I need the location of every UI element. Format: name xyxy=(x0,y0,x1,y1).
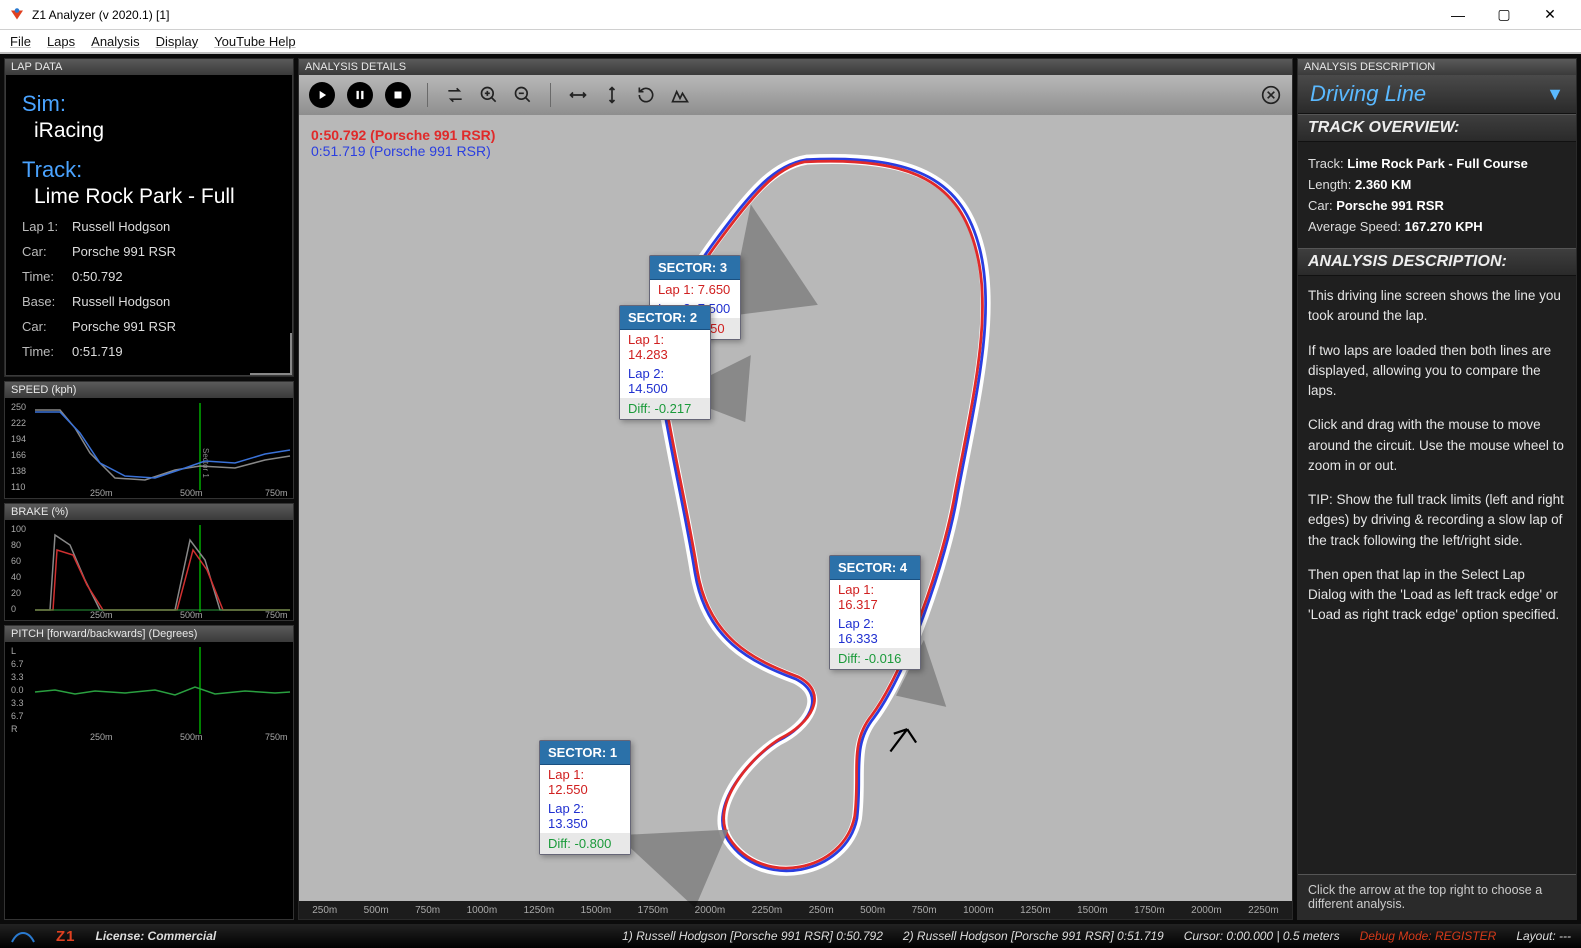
svg-text:750m: 750m xyxy=(265,488,288,498)
zoom-out-icon[interactable] xyxy=(512,84,534,106)
track-canvas[interactable]: 0:50.792 (Porsche 991 RSR) 0:51.719 (Por… xyxy=(299,115,1292,919)
svg-text:R: R xyxy=(11,724,18,734)
fit-vertical-icon[interactable] xyxy=(601,84,623,106)
app-logo-icon xyxy=(8,6,26,24)
stop-button[interactable] xyxy=(385,82,411,108)
status-bar: Z1 License: Commercial 1) Russell Hodgso… xyxy=(0,924,1581,948)
layout-label: Layout: --- xyxy=(1516,929,1571,943)
play-button[interactable] xyxy=(309,82,335,108)
pause-button[interactable] xyxy=(347,82,373,108)
svg-text:250m: 250m xyxy=(90,732,113,742)
debug-mode: Debug Mode: REGISTER xyxy=(1360,929,1497,943)
svg-text:100: 100 xyxy=(11,524,26,534)
menu-youtube-help[interactable]: YouTube Help xyxy=(214,34,295,49)
sector-4-box[interactable]: SECTOR: 4 Lap 1: 16.317 Lap 2: 16.333 Di… xyxy=(829,555,921,670)
dropdown-arrow-icon[interactable]: ▼ xyxy=(1546,84,1564,105)
svg-text:138: 138 xyxy=(11,466,26,476)
swap-icon[interactable] xyxy=(444,84,466,106)
z1-brand: Z1 xyxy=(56,928,76,945)
svg-text:222: 222 xyxy=(11,418,26,428)
maximize-button[interactable]: ▢ xyxy=(1481,6,1527,23)
window-titlebar: Z1 Analyzer (v 2020.1) [1] — ▢ ✕ xyxy=(0,0,1581,30)
svg-text:40: 40 xyxy=(11,572,21,582)
track-label: Track: xyxy=(22,157,276,183)
speed-chart-panel[interactable]: SPEED (kph) 250 222 194 166 138 110 250m… xyxy=(4,381,294,499)
svg-text:166: 166 xyxy=(11,450,26,460)
analysis-details-header: ANALYSIS DETAILS xyxy=(299,59,1292,75)
svg-text:80: 80 xyxy=(11,540,21,550)
svg-text:3.3: 3.3 xyxy=(11,698,24,708)
svg-text:0: 0 xyxy=(11,604,16,614)
svg-text:250: 250 xyxy=(11,402,26,412)
analysis-description-header: ANALYSIS DESCRIPTION xyxy=(1298,59,1576,75)
z1-logo-icon xyxy=(10,928,36,944)
sector-1-box[interactable]: SECTOR: 1 Lap 1: 12.550 Lap 2: 13.350 Di… xyxy=(539,740,631,855)
analysis-description-panel: ANALYSIS DESCRIPTION Driving Line ▼ TRAC… xyxy=(1297,58,1577,920)
analysis-description-text: This driving line screen shows the line … xyxy=(1298,276,1576,874)
close-analysis-icon[interactable] xyxy=(1260,84,1282,106)
pitch-chart-panel[interactable]: PITCH [forward/backwards] (Degrees) L 6.… xyxy=(4,625,294,920)
speed-chart-title: SPEED (kph) xyxy=(5,382,293,398)
svg-text:Sector 1: Sector 1 xyxy=(201,448,210,478)
track-overview-heading: TRACK OVERVIEW: xyxy=(1298,114,1576,142)
brake-chart-panel[interactable]: BRAKE (%) 100 80 60 40 20 0 250m 500m 75… xyxy=(4,503,294,621)
peaks-icon[interactable] xyxy=(669,84,691,106)
svg-text:750m: 750m xyxy=(265,732,288,742)
status-lap1: 1) Russell Hodgson [Porsche 991 RSR] 0:5… xyxy=(622,929,883,943)
svg-text:6.7: 6.7 xyxy=(11,659,24,669)
svg-text:0.0: 0.0 xyxy=(11,685,24,695)
fit-horizontal-icon[interactable] xyxy=(567,84,589,106)
track-value: Lime Rock Park - Full xyxy=(34,185,276,209)
license-label: License: Commercial xyxy=(96,929,217,943)
svg-text:750m: 750m xyxy=(265,610,288,620)
svg-text:250m: 250m xyxy=(90,610,113,620)
svg-text:3.3: 3.3 xyxy=(11,672,24,682)
svg-text:500m: 500m xyxy=(180,488,203,498)
menu-bar: File Laps Analysis Display YouTube Help xyxy=(0,30,1581,54)
sim-value: iRacing xyxy=(34,119,276,143)
sector-2-box[interactable]: SECTOR: 2 Lap 1: 14.283 Lap 2: 14.500 Di… xyxy=(619,305,711,420)
svg-text:250m: 250m xyxy=(90,488,113,498)
svg-text:60: 60 xyxy=(11,556,21,566)
zoom-in-icon[interactable] xyxy=(478,84,500,106)
sim-label: Sim: xyxy=(22,91,276,117)
analysis-toolbar xyxy=(299,75,1292,115)
distance-axis: 250m500m750m1000m1250m1500m1750m2000m225… xyxy=(299,901,1292,919)
close-button[interactable]: ✕ xyxy=(1527,6,1573,23)
brake-chart-title: BRAKE (%) xyxy=(5,504,293,520)
svg-text:6.7: 6.7 xyxy=(11,711,24,721)
svg-text:110: 110 xyxy=(11,482,25,492)
svg-text:500m: 500m xyxy=(180,610,203,620)
pitch-chart-title: PITCH [forward/backwards] (Degrees) xyxy=(5,626,293,642)
analysis-title: Driving Line xyxy=(1310,81,1546,107)
status-cursor: Cursor: 0:00.000 | 0.5 meters xyxy=(1184,929,1340,943)
status-lap2: 2) Russell Hodgson [Porsche 991 RSR] 0:5… xyxy=(903,929,1164,943)
svg-text:L: L xyxy=(11,646,16,656)
window-title: Z1 Analyzer (v 2020.1) [1] xyxy=(32,8,1435,22)
svg-text:194: 194 xyxy=(11,434,26,444)
menu-laps[interactable]: Laps xyxy=(47,34,75,49)
reset-icon[interactable] xyxy=(635,84,657,106)
svg-text:20: 20 xyxy=(11,588,21,598)
menu-display[interactable]: Display xyxy=(156,34,199,49)
svg-text:500m: 500m xyxy=(180,732,203,742)
lap-data-header: LAP DATA xyxy=(5,59,293,75)
lap-data-panel: LAP DATA Sim: iRacing Track: Lime Rock P… xyxy=(4,58,294,377)
analysis-hint: Click the arrow at the top right to choo… xyxy=(1298,874,1576,919)
menu-file[interactable]: File xyxy=(10,34,31,49)
analysis-description-heading: ANALYSIS DESCRIPTION: xyxy=(1298,248,1576,276)
menu-analysis[interactable]: Analysis xyxy=(91,34,139,49)
minimize-button[interactable]: — xyxy=(1435,7,1481,23)
